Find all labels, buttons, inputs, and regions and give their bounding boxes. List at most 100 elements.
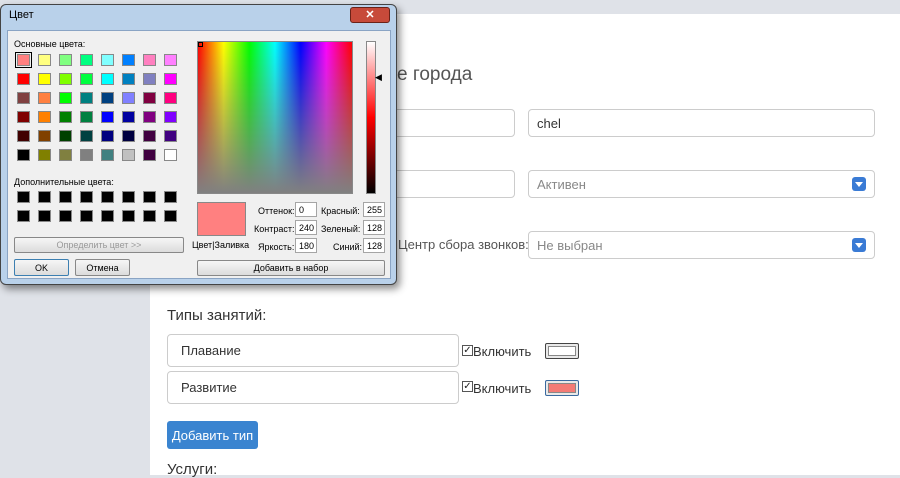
basic-color-cell[interactable] <box>59 54 72 66</box>
add-type-button[interactable]: Добавить тип <box>167 421 258 449</box>
basic-color-cell[interactable] <box>17 130 30 142</box>
basic-color-cell[interactable] <box>122 92 135 104</box>
color-preview <box>197 202 246 236</box>
blue-label: Синий: <box>333 242 363 252</box>
basic-color-cell[interactable] <box>122 111 135 123</box>
color-swatch-1 <box>548 346 576 356</box>
color-spectrum[interactable] <box>197 41 353 194</box>
name-input[interactable] <box>390 109 515 137</box>
custom-color-cell[interactable] <box>101 191 114 203</box>
custom-color-cell[interactable] <box>80 210 93 222</box>
basic-color-cell[interactable] <box>122 73 135 85</box>
include-checkbox-1[interactable]: ✓ <box>462 345 473 356</box>
cancel-button[interactable]: Отмена <box>75 259 130 276</box>
basic-color-cell[interactable] <box>59 92 72 104</box>
custom-color-cell[interactable] <box>143 210 156 222</box>
custom-color-cell[interactable] <box>143 191 156 203</box>
basic-color-cell[interactable] <box>164 92 177 104</box>
basic-color-cell[interactable] <box>143 54 156 66</box>
red-input[interactable]: 255 <box>363 202 385 217</box>
include-checkbox-2[interactable]: ✓ <box>462 381 473 392</box>
basic-color-cell[interactable] <box>59 111 72 123</box>
types-heading: Типы занятий: <box>167 307 267 324</box>
basic-color-cell[interactable] <box>17 92 30 104</box>
basic-color-cell[interactable] <box>38 130 51 142</box>
luminance-arrow-icon[interactable]: ◀ <box>375 72 382 83</box>
basic-color-cell[interactable] <box>101 111 114 123</box>
spectrum-crosshair[interactable] <box>198 42 203 47</box>
basic-color-cell[interactable] <box>38 149 51 161</box>
basic-color-cell[interactable] <box>59 73 72 85</box>
custom-color-cell[interactable] <box>80 191 93 203</box>
basic-color-cell[interactable] <box>17 73 30 85</box>
custom-color-cell[interactable] <box>101 210 114 222</box>
field-input[interactable] <box>390 170 515 198</box>
basic-color-cell[interactable] <box>143 149 156 161</box>
basic-color-cell[interactable] <box>80 54 93 66</box>
basic-color-cell[interactable] <box>38 111 51 123</box>
custom-colors-label: Дополнительные цвета: <box>14 177 114 187</box>
basic-color-cell[interactable] <box>38 73 51 85</box>
basic-color-cell[interactable] <box>122 149 135 161</box>
basic-color-cell[interactable] <box>38 92 51 104</box>
type-name-input-1[interactable]: Плавание <box>167 334 459 367</box>
color-picker-button-1[interactable] <box>545 343 579 359</box>
custom-color-cell[interactable] <box>59 191 72 203</box>
custom-color-cell[interactable] <box>59 210 72 222</box>
basic-color-cell[interactable] <box>17 149 30 161</box>
basic-color-cell[interactable] <box>164 73 177 85</box>
basic-color-cell[interactable] <box>80 130 93 142</box>
custom-color-cell[interactable] <box>122 210 135 222</box>
custom-color-cell[interactable] <box>164 210 177 222</box>
luminance-slider[interactable] <box>366 41 376 194</box>
ok-button[interactable]: OK <box>14 259 69 276</box>
basic-color-cell[interactable] <box>59 149 72 161</box>
define-custom-button[interactable]: Определить цвет >> <box>14 237 184 253</box>
basic-color-cell[interactable] <box>101 73 114 85</box>
status-select[interactable]: Активен <box>528 170 875 198</box>
close-button[interactable]: ✕ <box>350 7 390 23</box>
luminance-input[interactable]: 180 <box>295 238 317 253</box>
basic-color-cell[interactable] <box>164 111 177 123</box>
call-center-select[interactable]: Не выбран <box>528 231 875 259</box>
basic-color-cell[interactable] <box>80 73 93 85</box>
basic-color-cell[interactable] <box>164 149 177 161</box>
basic-color-cell[interactable] <box>101 130 114 142</box>
basic-color-cell[interactable] <box>143 130 156 142</box>
services-heading: Услуги: <box>167 461 218 478</box>
green-input[interactable]: 128 <box>363 220 385 235</box>
custom-color-cell[interactable] <box>38 210 51 222</box>
custom-color-cell[interactable] <box>164 191 177 203</box>
custom-color-cell[interactable] <box>122 191 135 203</box>
basic-color-cell[interactable] <box>143 73 156 85</box>
basic-color-cell[interactable] <box>38 54 51 66</box>
basic-color-cell[interactable] <box>80 111 93 123</box>
code-input[interactable]: chel <box>528 109 875 137</box>
basic-color-cell[interactable] <box>59 130 72 142</box>
color-picker-button-2[interactable] <box>545 380 579 396</box>
blue-input[interactable]: 128 <box>363 238 385 253</box>
saturation-input[interactable]: 240 <box>295 220 317 235</box>
basic-color-cell[interactable] <box>143 92 156 104</box>
custom-color-cell[interactable] <box>17 191 30 203</box>
basic-color-cell[interactable] <box>164 54 177 66</box>
basic-color-cell[interactable] <box>15 52 32 68</box>
basic-color-cell[interactable] <box>17 111 30 123</box>
add-custom-color-button[interactable]: Добавить в набор <box>197 260 385 276</box>
type-name-input-2[interactable]: Развитие <box>167 371 459 404</box>
basic-color-cell[interactable] <box>164 130 177 142</box>
hue-input[interactable]: 0 <box>295 202 317 217</box>
custom-color-cell[interactable] <box>38 191 51 203</box>
basic-color-cell[interactable] <box>80 149 93 161</box>
basic-color-cell[interactable] <box>101 149 114 161</box>
basic-color-cell[interactable] <box>122 54 135 66</box>
basic-color-cell[interactable] <box>101 92 114 104</box>
custom-color-cell[interactable] <box>17 210 30 222</box>
basic-color-cell[interactable] <box>80 92 93 104</box>
page-heading: е города <box>397 64 473 85</box>
call-center-select-value: Не выбран <box>537 237 603 253</box>
basic-color-cell[interactable] <box>143 111 156 123</box>
color-dialog: Цвет ✕ Основные цвета: Дополнительные цв… <box>0 4 397 285</box>
basic-color-cell[interactable] <box>101 54 114 66</box>
basic-color-cell[interactable] <box>122 130 135 142</box>
